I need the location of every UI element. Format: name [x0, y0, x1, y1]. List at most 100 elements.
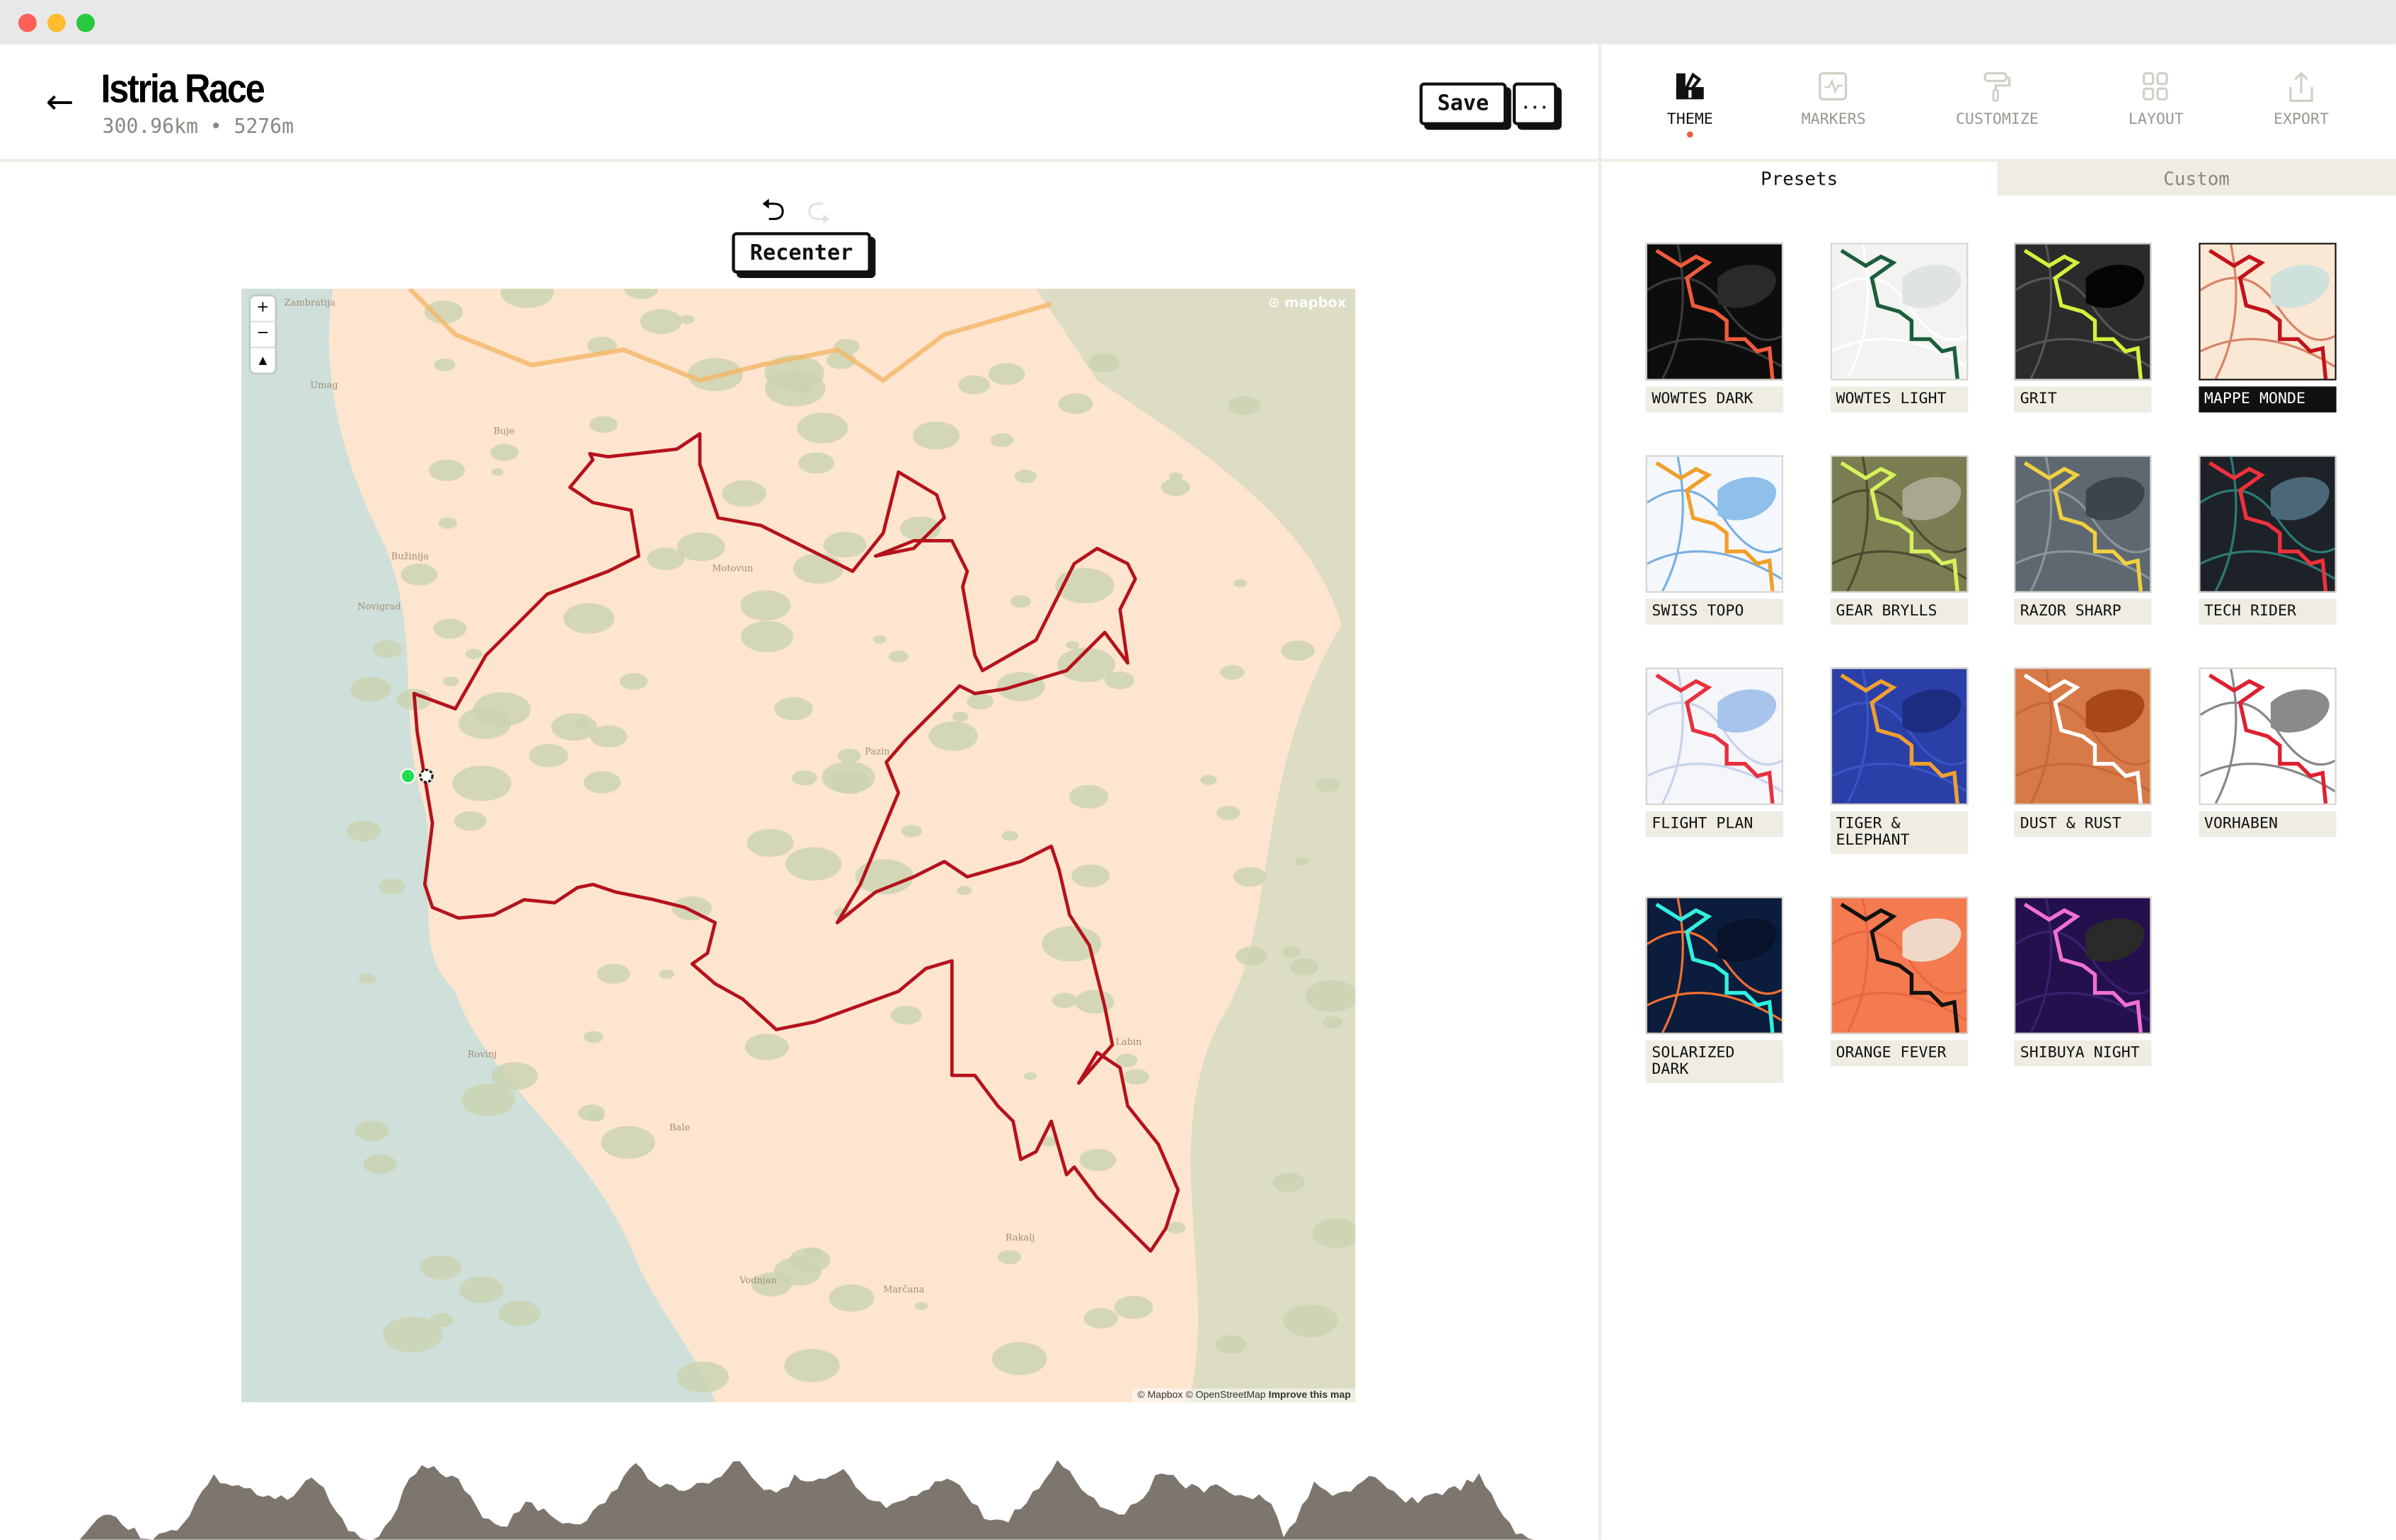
vegetation-patch: [991, 1342, 1047, 1375]
theme-name: GEAR BRYLLS: [1829, 598, 1968, 625]
theme-card[interactable]: TIGER & ELEPHANT: [1829, 667, 1968, 855]
panel-divider: [1598, 44, 1602, 1540]
improve-map-link[interactable]: Improve this map: [1269, 1390, 1351, 1401]
place-label: Rovinj: [467, 1049, 497, 1060]
theme-card[interactable]: DUST & RUST: [2014, 667, 2152, 838]
vegetation-patch: [461, 1084, 515, 1116]
vegetation-patch: [1023, 1072, 1037, 1080]
maximize-window-button[interactable]: [76, 13, 95, 33]
theme-thumbnail: [1829, 455, 1968, 593]
theme-card[interactable]: SWISS TOPO: [1645, 455, 1784, 625]
theme-thumbnail: [1829, 667, 1968, 806]
theme-thumbnail: [1829, 896, 1968, 1034]
vegetation-patch: [901, 825, 923, 838]
theme-name: TIGER & ELEPHANT: [1829, 811, 1968, 855]
vegetation-patch: [952, 712, 969, 722]
vegetation-patch: [740, 590, 791, 621]
app-window: ← Istria Race 300.96km • 5276m Save ... …: [0, 0, 2396, 1540]
theme-card[interactable]: ORANGE FEVER: [1829, 896, 1968, 1067]
elevation-profile[interactable]: [0, 1420, 1599, 1540]
close-window-button[interactable]: [18, 13, 37, 33]
vegetation-patch: [997, 1250, 1022, 1264]
recenter-button[interactable]: Recenter: [732, 232, 871, 274]
vegetation-patch: [490, 444, 519, 461]
vegetation-patch: [590, 725, 628, 748]
theme-thumbnail: [2014, 455, 2152, 593]
theme-name: RAZOR SHARP: [2014, 598, 2152, 625]
map-canvas[interactable]: + − ▲ Zambratija Umag Buje Bužinija Novigrad…: [241, 289, 1356, 1403]
theme-card[interactable]: RAZOR SHARP: [2014, 455, 2152, 625]
swatch-icon: [1676, 72, 1704, 100]
tab-layout[interactable]: LAYOUT: [2080, 45, 2233, 159]
vegetation-patch: [1233, 579, 1248, 588]
vegetation-patch: [1322, 1016, 1342, 1029]
vegetation-patch: [459, 1276, 504, 1304]
minimize-window-button[interactable]: [47, 13, 66, 33]
theme-card[interactable]: TECH RIDER: [2198, 455, 2336, 625]
vegetation-patch: [744, 1034, 789, 1060]
theme-card[interactable]: SOLARIZED DARK: [1645, 896, 1784, 1084]
vegetation-patch: [465, 649, 483, 659]
vegetation-patch: [1220, 665, 1245, 680]
tab-label: EXPORT: [2274, 111, 2329, 129]
paint-roller-icon: [1983, 72, 2011, 102]
place-label: Bale: [669, 1123, 690, 1134]
share-icon: [2289, 71, 2313, 103]
zoom-out-button[interactable]: −: [250, 323, 275, 349]
vegetation-patch: [1283, 1304, 1338, 1338]
subtab-presets[interactable]: Presets: [1601, 161, 1998, 196]
subtab-custom[interactable]: Custom: [1997, 161, 2396, 196]
vegetation-patch: [830, 770, 870, 794]
vegetation-patch: [741, 620, 793, 653]
compass-icon[interactable]: ▲: [250, 348, 275, 373]
vegetation-patch: [1236, 946, 1267, 966]
vegetation-patch: [647, 548, 685, 571]
zoom-in-button[interactable]: +: [250, 296, 275, 323]
vegetation-patch: [430, 1313, 454, 1328]
theme-card[interactable]: WOWTES LIGHT: [1829, 243, 1968, 413]
vegetation-patch: [676, 1361, 730, 1393]
theme-thumbnail: [2014, 667, 2152, 806]
vegetation-patch: [1281, 640, 1315, 661]
vegetation-patch: [589, 416, 618, 434]
save-button[interactable]: Save: [1419, 82, 1507, 126]
vegetation-patch: [1079, 1149, 1117, 1171]
theme-card[interactable]: GRIT: [2014, 243, 2152, 413]
vegetation-patch: [420, 1255, 461, 1280]
place-label: Marčana: [883, 1285, 925, 1296]
arrow-left-icon[interactable]: ←: [46, 84, 74, 122]
more-button[interactable]: ...: [1512, 82, 1557, 126]
theme-card[interactable]: WOWTES DARK: [1645, 243, 1784, 413]
tab-export[interactable]: EXPORT: [2225, 45, 2378, 159]
vegetation-patch: [957, 375, 990, 395]
start-marker-icon[interactable]: [400, 768, 416, 784]
vegetation-patch: [996, 672, 1045, 702]
vegetation-patch: [452, 765, 512, 801]
vegetation-patch: [1200, 775, 1217, 785]
vegetation-patch: [1001, 830, 1019, 841]
vegetation-patch: [601, 1126, 655, 1159]
vegetation-patch: [1216, 806, 1240, 821]
vegetation-patch: [722, 480, 766, 507]
attribution-text[interactable]: © Mapbox © OpenStreetMap: [1137, 1390, 1265, 1401]
theme-thumbnail: [2198, 243, 2336, 381]
theme-card[interactable]: SHIBUYA NIGHT: [2014, 896, 2152, 1067]
tab-theme[interactable]: THEME: [1613, 45, 1766, 159]
tab-customize[interactable]: CUSTOMIZE: [1920, 45, 2073, 159]
tab-label: CUSTOMIZE: [1955, 111, 2039, 129]
vegetation-patch: [433, 618, 467, 639]
place-label: Rakalj: [1005, 1232, 1035, 1244]
finish-flag-icon[interactable]: [419, 768, 434, 784]
theme-card[interactable]: VORHABEN: [2198, 667, 2336, 838]
place-label: Buje: [493, 426, 515, 437]
theme-card[interactable]: MAPPE MONDE: [2198, 243, 2336, 413]
theme-name: GRIT: [2014, 386, 2152, 413]
theme-card[interactable]: GEAR BRYLLS: [1829, 455, 1968, 625]
elevation-area: [42, 1460, 1559, 1540]
vegetation-patch: [988, 363, 1025, 386]
theme-name: SWISS TOPO: [1645, 598, 1784, 625]
theme-thumbnail: [2014, 243, 2152, 381]
theme-card[interactable]: FLIGHT PLAN: [1645, 667, 1784, 838]
tab-markers[interactable]: MARKERS: [1757, 45, 1910, 159]
vegetation-patch: [785, 847, 842, 881]
